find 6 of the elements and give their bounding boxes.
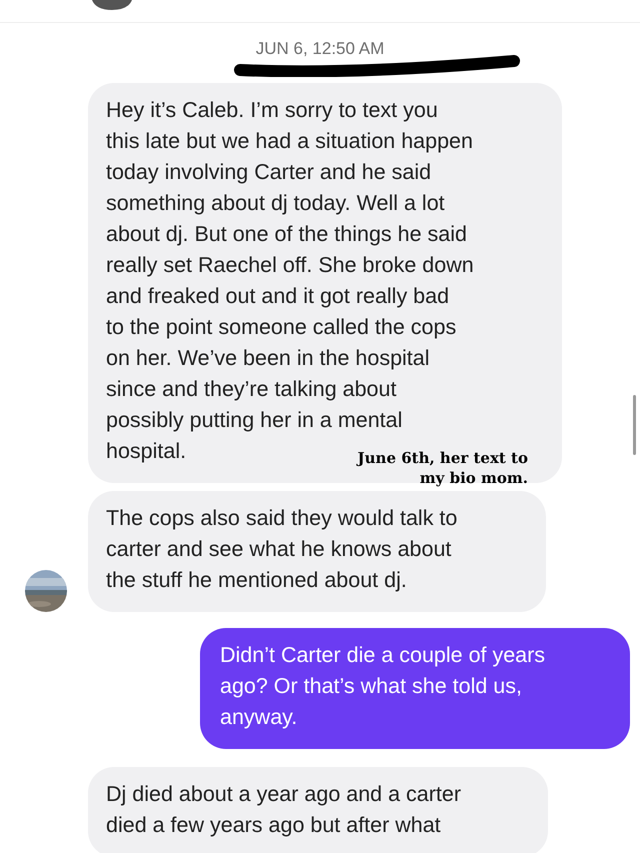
received-message: The cops also said they would talk to carter and see what he knows about the stuff he mentioned about dj. (88, 491, 546, 612)
caption-text: June 6th, her text to my bio mom. (355, 448, 528, 488)
timestamp: JUN 6, 12:50 AM (256, 39, 384, 58)
received-message: Dj died about a year ago and a carter died a few years ago but after what (88, 767, 548, 853)
sent-message: Didn’t Carter die a couple of years ago? Or that’s what she told us, anyway. (200, 628, 630, 749)
scrollbar (633, 395, 636, 455)
